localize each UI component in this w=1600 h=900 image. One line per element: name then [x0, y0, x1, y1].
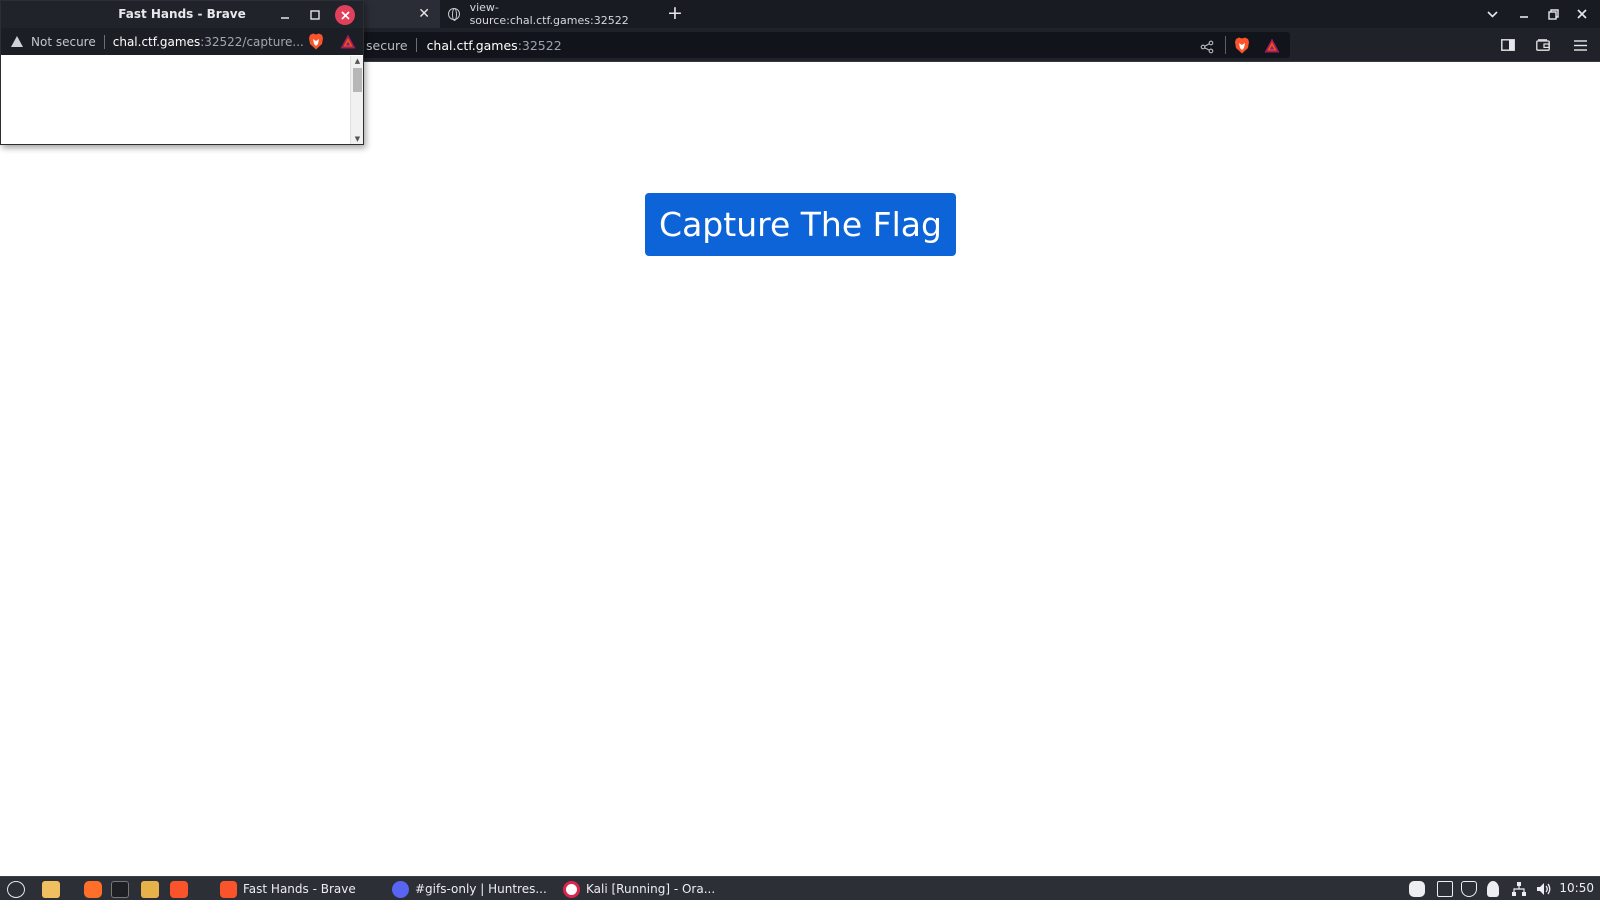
- menu-launcher-icon[interactable]: [7, 881, 25, 898]
- tab-close-icon[interactable]: ✕: [418, 6, 430, 22]
- tab-active[interactable]: ✕: [360, 0, 440, 28]
- popup-minimize-icon[interactable]: [275, 5, 295, 25]
- capture-the-flag-button[interactable]: Capture The Flag: [645, 193, 956, 256]
- popup-maximize-icon[interactable]: [305, 5, 325, 25]
- shield-icon[interactable]: [1461, 881, 1477, 897]
- warning-icon: [11, 36, 23, 47]
- brave-icon: [220, 880, 237, 898]
- popup-security-label[interactable]: Not secure: [31, 35, 96, 49]
- tab-view-source[interactable]: view-source:chal.ctf.games:32522: [440, 0, 650, 28]
- task-label: Fast Hands - Brave: [243, 882, 356, 896]
- popup-window: Fast Hands - Brave Not secure chal.ctf.g…: [0, 0, 364, 145]
- discord-icon: [392, 880, 409, 898]
- address-bar[interactable]: secure chal.ctf.games:32522: [358, 32, 1290, 58]
- popup-title-bar[interactable]: Fast Hands - Brave: [1, 1, 363, 28]
- task-label: Kali [Running] - Ora...: [586, 882, 716, 896]
- task-discord[interactable]: #gifs-only | Huntres...: [392, 879, 547, 899]
- network-icon[interactable]: [1511, 881, 1527, 897]
- page-content: Capture The Flag: [0, 62, 1600, 876]
- globe-icon: [448, 8, 460, 21]
- minimize-icon[interactable]: [1510, 0, 1538, 28]
- scroll-down-icon[interactable]: ▼: [351, 135, 364, 143]
- tab-search-chevron-icon[interactable]: [1478, 0, 1506, 28]
- virtualbox-icon: [563, 880, 580, 898]
- wallet-icon[interactable]: [1532, 34, 1554, 56]
- restore-icon[interactable]: [1539, 0, 1567, 28]
- clock[interactable]: 10:50: [1559, 881, 1594, 895]
- brave-launcher-icon[interactable]: [170, 881, 188, 898]
- popup-url-rest: :32522/capture...: [200, 34, 304, 49]
- terminal-icon[interactable]: [111, 881, 129, 898]
- sidebar-toggle-icon[interactable]: [1497, 34, 1519, 56]
- url-rest: :32522: [517, 37, 562, 53]
- task-virtualbox[interactable]: Kali [Running] - Ora...: [563, 879, 715, 899]
- scrollbar-thumb[interactable]: [353, 68, 362, 92]
- security-label[interactable]: secure: [358, 38, 416, 53]
- url-host: chal.ctf.games: [426, 37, 518, 53]
- taskbar: Fast Hands - Brave #gifs-only | Huntres.…: [0, 876, 1600, 900]
- desktop: ✕ view-source:chal.ctf.games:32522 + sec…: [0, 0, 1600, 900]
- volume-icon[interactable]: [1536, 881, 1552, 897]
- address-divider: [415, 38, 417, 52]
- toolbar-divider: [1225, 36, 1226, 54]
- task-brave[interactable]: Fast Hands - Brave: [220, 879, 356, 899]
- user-icon[interactable]: [1487, 881, 1499, 897]
- share-icon[interactable]: [1200, 39, 1214, 54]
- task-label: #gifs-only | Huntres...: [415, 882, 547, 896]
- discord-tray-icon[interactable]: [1409, 881, 1425, 897]
- scroll-up-icon[interactable]: ▲: [351, 57, 364, 65]
- popup-brave-rewards-icon[interactable]: [340, 34, 356, 49]
- new-tab-button[interactable]: +: [664, 2, 686, 26]
- clipboard-icon[interactable]: [1437, 881, 1453, 897]
- brave-rewards-icon[interactable]: [1264, 38, 1280, 53]
- tab-title: view-source:chal.ctf.games:32522: [469, 1, 629, 27]
- popup-scrollbar[interactable]: ▲ ▼: [350, 56, 363, 144]
- popup-url-host: chal.ctf.games: [112, 34, 201, 49]
- file-manager-icon[interactable]: [141, 881, 159, 898]
- close-window-icon[interactable]: [1568, 0, 1596, 28]
- popup-close-icon[interactable]: [335, 5, 355, 25]
- files-folder-icon[interactable]: [42, 881, 60, 898]
- main-menu-icon[interactable]: [1569, 34, 1591, 56]
- brave-shields-icon[interactable]: [1234, 37, 1250, 54]
- popup-brave-shields-icon[interactable]: [308, 33, 324, 50]
- firefox-icon[interactable]: [84, 881, 102, 898]
- popup-address-divider: [103, 34, 105, 49]
